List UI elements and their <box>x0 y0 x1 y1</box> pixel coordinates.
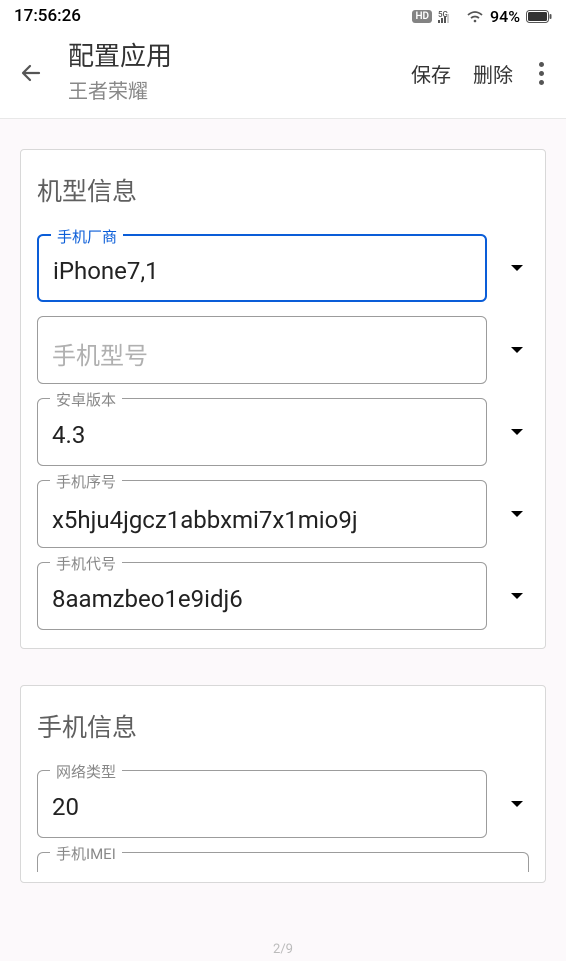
chevron-down-icon <box>510 800 524 808</box>
battery-icon <box>526 10 552 23</box>
chevron-down-icon <box>510 264 524 272</box>
menu-dot-icon <box>539 62 544 67</box>
hd-badge: HD <box>412 10 432 23</box>
model-field[interactable]: 手机型号 <box>37 316 487 384</box>
codename-field[interactable]: 手机代号 8aamzbeo1e9idj6 <box>37 562 487 630</box>
android-version-label: 安卓版本 <box>50 389 122 410</box>
page-subtitle: 王者荣耀 <box>68 75 411 104</box>
network-type-dropdown-button[interactable] <box>505 800 529 808</box>
status-icons: HD 5G 94% <box>412 7 552 26</box>
android-version-field[interactable]: 安卓版本 4.3 <box>37 398 487 466</box>
vendor-value: iPhone7,1 <box>53 258 159 284</box>
header-actions: 保存 删除 <box>411 58 548 89</box>
status-bar: 17:56:26 HD 5G 94% <box>0 0 566 30</box>
codename-value: 8aamzbeo1e9idj6 <box>52 586 243 612</box>
section-title: 机型信息 <box>37 172 529 208</box>
serial-row: 手机序号 x5hju4jgcz1abbxmi7x1mio9j <box>37 480 529 548</box>
network-type-value: 20 <box>52 794 79 820</box>
network-type-field[interactable]: 网络类型 20 <box>37 770 487 838</box>
android-version-row: 安卓版本 4.3 <box>37 398 529 466</box>
svg-text:5G: 5G <box>438 10 448 19</box>
chevron-down-icon <box>510 428 524 436</box>
wifi-icon <box>466 9 484 23</box>
imei-label: 手机IMEI <box>50 843 122 864</box>
network-type-row: 网络类型 20 <box>37 770 529 838</box>
page-indicator: 2/9 <box>273 942 293 957</box>
model-dropdown-button[interactable] <box>505 346 529 354</box>
menu-dot-icon <box>539 71 544 76</box>
codename-row: 手机代号 8aamzbeo1e9idj6 <box>37 562 529 630</box>
serial-dropdown-button[interactable] <box>505 510 529 518</box>
android-version-value: 4.3 <box>52 422 85 448</box>
chevron-down-icon <box>510 510 524 518</box>
codename-label: 手机代号 <box>50 553 122 574</box>
content-area: 机型信息 手机厂商 iPhone7,1 手机型号 安卓版本 4.3 <box>0 149 566 883</box>
codename-dropdown-button[interactable] <box>505 592 529 600</box>
header-titles: 配置应用 王者荣耀 <box>68 42 411 104</box>
serial-value: x5hju4jgcz1abbxmi7x1mio9j <box>52 507 358 533</box>
model-placeholder: 手机型号 <box>52 336 148 371</box>
back-button[interactable] <box>18 60 44 86</box>
signal-icon: 5G <box>438 9 460 23</box>
vendor-field[interactable]: 手机厂商 iPhone7,1 <box>37 234 487 302</box>
delete-button[interactable]: 删除 <box>473 59 513 88</box>
android-version-dropdown-button[interactable] <box>505 428 529 436</box>
overflow-menu-button[interactable] <box>535 58 548 89</box>
vendor-label: 手机厂商 <box>51 226 123 247</box>
device-info-section: 机型信息 手机厂商 iPhone7,1 手机型号 安卓版本 4.3 <box>20 149 546 649</box>
back-arrow-icon <box>19 61 43 85</box>
serial-field[interactable]: 手机序号 x5hju4jgcz1abbxmi7x1mio9j <box>37 480 487 548</box>
serial-label: 手机序号 <box>50 471 122 492</box>
vendor-row: 手机厂商 iPhone7,1 <box>37 234 529 302</box>
page-title: 配置应用 <box>68 42 411 73</box>
chevron-down-icon <box>510 346 524 354</box>
section-title: 手机信息 <box>37 708 529 744</box>
vendor-dropdown-button[interactable] <box>505 264 529 272</box>
imei-field[interactable]: 手机IMEI <box>37 852 529 872</box>
status-time: 17:56:26 <box>14 6 81 26</box>
phone-info-section: 手机信息 网络类型 20 手机IMEI <box>20 685 546 883</box>
chevron-down-icon <box>510 592 524 600</box>
imei-row: 手机IMEI <box>37 852 529 872</box>
battery-percent: 94% <box>490 7 520 26</box>
network-type-label: 网络类型 <box>50 761 122 782</box>
app-header: 配置应用 王者荣耀 保存 删除 <box>0 30 566 119</box>
model-row: 手机型号 <box>37 316 529 384</box>
save-button[interactable]: 保存 <box>411 59 451 88</box>
menu-dot-icon <box>539 80 544 85</box>
